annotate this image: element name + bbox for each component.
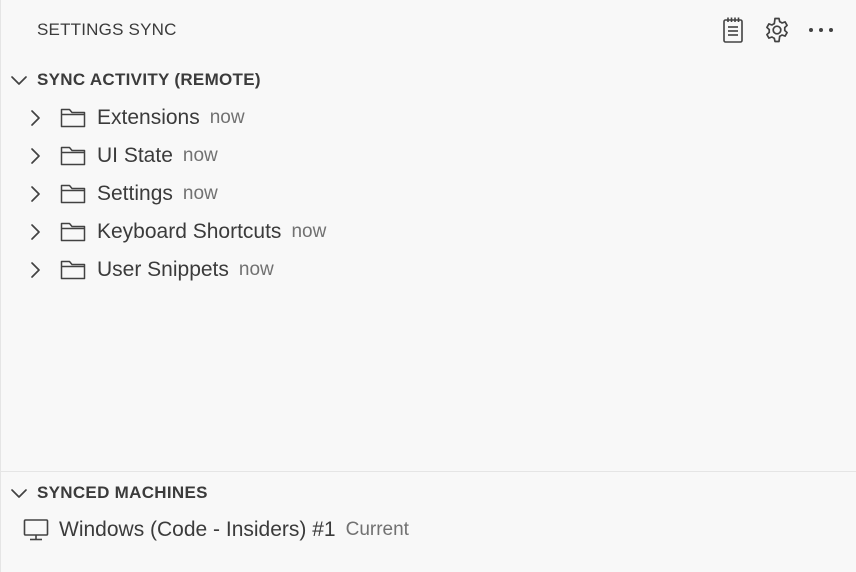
folder-icon xyxy=(59,251,87,289)
machine-item[interactable]: Windows (Code - Insiders) #1 Current xyxy=(1,511,856,549)
chevron-right-icon[interactable] xyxy=(25,137,45,175)
chevron-right-icon[interactable] xyxy=(25,175,45,213)
chevron-right-icon[interactable] xyxy=(25,99,45,137)
chevron-right-icon[interactable] xyxy=(25,251,45,289)
folder-icon xyxy=(59,99,87,137)
gear-icon xyxy=(762,15,792,45)
notebook-icon xyxy=(721,16,745,44)
tree-item-time: now xyxy=(291,221,327,242)
folder-icon xyxy=(59,175,87,213)
monitor-icon xyxy=(21,511,51,549)
synced-machines-title: SYNCED MACHINES xyxy=(37,483,208,502)
tree-item-time: now xyxy=(238,259,274,280)
tree-item-extensions[interactable]: Extensions now xyxy=(1,99,856,137)
chevron-right-icon[interactable] xyxy=(25,213,45,251)
folder-icon xyxy=(59,213,87,251)
tree-item-label: User Snippets xyxy=(97,258,229,281)
more-icon xyxy=(808,26,834,34)
tree-item-keyboard-shortcuts[interactable]: Keyboard Shortcuts now xyxy=(1,213,856,251)
sync-activity-header[interactable]: SYNC ACTIVITY (REMOTE) xyxy=(1,63,856,97)
folder-icon xyxy=(59,137,87,175)
view-actions xyxy=(715,13,839,47)
tree-item-label: Extensions xyxy=(97,106,200,129)
tree-item-time: now xyxy=(182,183,218,204)
view-title: SETTINGS SYNC xyxy=(37,20,177,39)
tree-item-time: now xyxy=(209,107,245,128)
more-actions-button[interactable] xyxy=(803,13,839,47)
tree-item-label: UI State xyxy=(97,144,173,167)
sync-activity-tree: Extensions now UI State now Settings now… xyxy=(1,99,856,289)
settings-button[interactable] xyxy=(759,13,795,47)
tree-item-time: now xyxy=(182,145,218,166)
tree-item-label: Keyboard Shortcuts xyxy=(97,220,282,243)
section-divider[interactable] xyxy=(1,471,856,472)
tree-item-settings[interactable]: Settings now xyxy=(1,175,856,213)
tree-item-label: Settings xyxy=(97,182,173,205)
synced-machines-header[interactable]: SYNCED MACHINES xyxy=(1,476,856,510)
tree-item-user-snippets[interactable]: User Snippets now xyxy=(1,251,856,289)
view-titlebar: SETTINGS SYNC xyxy=(1,0,856,62)
machine-name: Windows (Code - Insiders) #1 xyxy=(59,518,336,541)
machine-current-badge: Current xyxy=(345,519,409,540)
chevron-down-icon xyxy=(1,487,37,499)
tree-item-ui-state[interactable]: UI State now xyxy=(1,137,856,175)
settings-sync-view: SETTINGS SYNC SYNC ACTIVITY (REMOTE) Ext… xyxy=(0,0,856,572)
show-log-button[interactable] xyxy=(715,13,751,47)
sync-activity-title: SYNC ACTIVITY (REMOTE) xyxy=(37,70,261,89)
chevron-down-icon xyxy=(1,74,37,86)
